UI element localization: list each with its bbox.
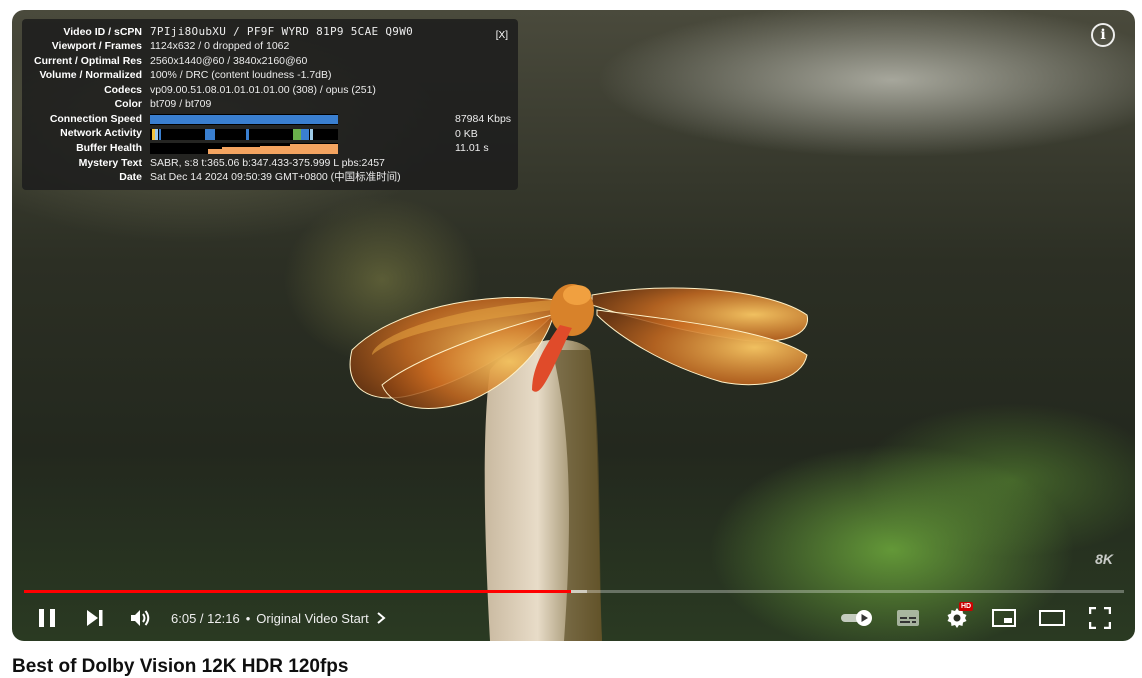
volume-icon	[131, 610, 150, 626]
chapter-title[interactable]: Original Video Start	[256, 611, 369, 626]
time-total: 12:16	[207, 610, 240, 626]
chapter-dot: •	[245, 610, 251, 626]
stats-for-nerds-panel: [X] Video ID / sCPN 7PIji8OubXU / PF9F W…	[22, 19, 518, 190]
stats-row-volume: Volume / Normalized 100% / DRC (content …	[22, 69, 332, 83]
chevron-right-icon[interactable]	[375, 611, 387, 625]
stats-value: 1124x632 / 0 dropped of 1062	[150, 40, 290, 53]
stats-value: bt709 / bt709	[150, 98, 212, 111]
network-activity-value: 0 KB	[455, 127, 478, 140]
autoplay-toggle[interactable]	[838, 600, 876, 636]
connection-speed-value: 87984 Kbps	[455, 113, 512, 125]
settings-button[interactable]: HD	[942, 600, 974, 636]
stats-label: Date	[119, 171, 142, 184]
progress-bar[interactable]	[24, 590, 1124, 593]
stats-row-color: Color bt709 / bt709	[22, 98, 212, 112]
fullscreen-icon	[1089, 607, 1111, 629]
info-icon[interactable]: i	[1091, 23, 1115, 47]
pause-icon	[39, 609, 55, 627]
stats-value: 2560x1440@60 / 3840x2160@60	[150, 54, 308, 67]
stats-label: Viewport / Frames	[51, 40, 142, 53]
stats-row-mystery-text: Mystery Text SABR, s:8 t:365.06 b:347.43…	[22, 156, 385, 170]
stats-label: Video ID / sCPN	[63, 25, 142, 38]
time-separator: /	[196, 610, 208, 626]
hd-badge: HD	[959, 602, 974, 611]
volume-button[interactable]	[128, 600, 154, 636]
subtitles-icon	[897, 610, 919, 626]
connection-speed-graph	[150, 114, 338, 125]
pause-button[interactable]	[34, 600, 60, 636]
subtitles-button[interactable]	[894, 600, 922, 636]
stats-row-connection-speed: Connection Speed	[22, 112, 150, 126]
theater-mode-button[interactable]	[1037, 600, 1067, 636]
video-player[interactable]: [X] Video ID / sCPN 7PIji8OubXU / PF9F W…	[12, 10, 1135, 641]
stats-label: Connection Speed	[49, 112, 142, 125]
buffer-health-graph	[150, 143, 338, 154]
player-controls: 6:05 / 12:16 • Original Video Start HD	[12, 600, 1135, 636]
buffer-health-value: 11.01 s	[455, 142, 489, 154]
stats-label: Network Activity	[60, 127, 142, 140]
stats-row-viewport: Viewport / Frames 1124x632 / 0 dropped o…	[22, 40, 290, 54]
stats-value: vp09.00.51.08.01.01.01.01.00 (308) / opu…	[150, 83, 376, 96]
stats-value: SABR, s:8 t:365.06 b:347.433-375.999 L p…	[150, 156, 385, 169]
stats-row-buffer-health: Buffer Health	[22, 141, 150, 155]
stats-value: 100% / DRC (content loudness -1.7dB)	[150, 69, 332, 82]
channel-watermark: 8K	[1095, 551, 1113, 567]
stats-value: 7PIji8OubXU / PF9F WYRD 81P9 5CAE Q9W0	[150, 24, 414, 38]
stats-label: Mystery Text	[78, 156, 142, 169]
stats-label: Volume / Normalized	[39, 69, 143, 82]
next-button[interactable]	[82, 600, 108, 636]
video-title: Best of Dolby Vision 12K HDR 120fps	[12, 656, 349, 677]
time-display: 6:05 / 12:16 • Original Video Start	[171, 600, 387, 636]
stats-row-resolution: Current / Optimal Res 2560x1440@60 / 384…	[22, 54, 307, 68]
stats-label: Current / Optimal Res	[34, 54, 142, 67]
miniplayer-icon	[992, 609, 1016, 627]
connection-speed-bar	[150, 115, 338, 124]
miniplayer-button[interactable]	[990, 600, 1018, 636]
stats-row-date: Date Sat Dec 14 2024 09:50:39 GMT+0800 (…	[22, 171, 401, 185]
stats-value: Sat Dec 14 2024 09:50:39 GMT+0800 (中国标准时…	[150, 171, 401, 184]
stats-row-codecs: Codecs vp09.00.51.08.01.01.01.01.00 (308…	[22, 83, 376, 97]
stats-label: Color	[114, 98, 142, 111]
progress-played	[24, 590, 571, 593]
stats-close-button[interactable]: [X]	[496, 29, 508, 44]
fullscreen-button[interactable]	[1086, 600, 1114, 636]
stats-label: Buffer Health	[76, 141, 142, 154]
stats-row-video-id: Video ID / sCPN 7PIji8OubXU / PF9F WYRD …	[22, 25, 413, 39]
time-current: 6:05	[171, 610, 197, 626]
stats-row-network-activity: Network Activity	[22, 127, 150, 141]
stats-label: Codecs	[104, 83, 142, 96]
network-activity-graph	[150, 128, 338, 140]
theater-icon	[1039, 610, 1065, 626]
autoplay-toggle-icon	[841, 610, 872, 626]
next-icon	[87, 610, 103, 626]
